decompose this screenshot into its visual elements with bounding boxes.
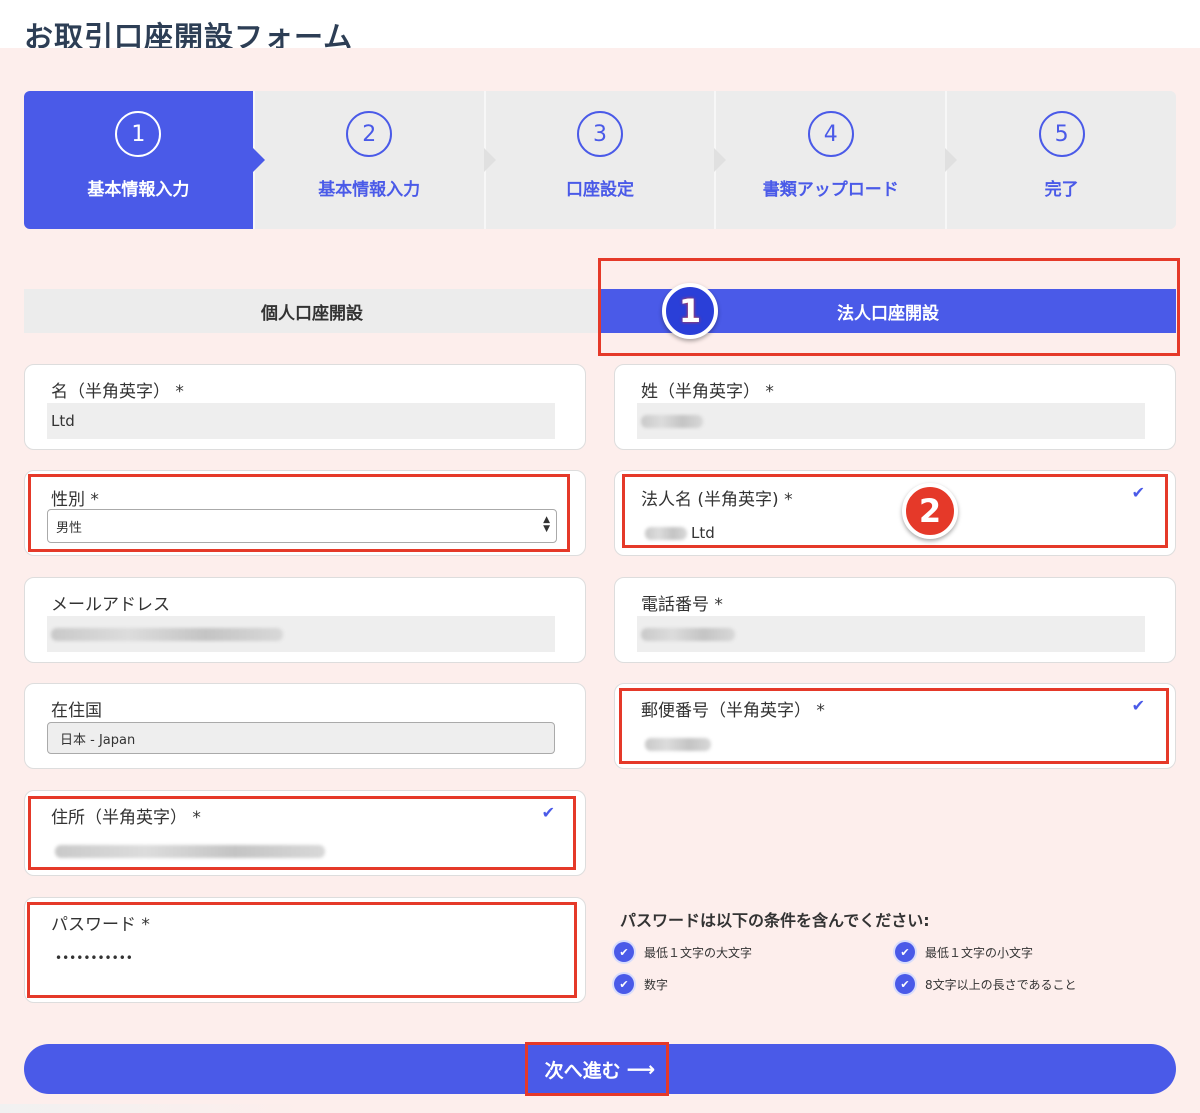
arrow-right-icon: ⟶: [626, 1057, 656, 1081]
postal-code-card: 郵便番号（半角英字） * ✔: [614, 683, 1176, 769]
company-name-label: 法人名 (半角英字) *: [641, 490, 793, 510]
redacted-value: [645, 737, 711, 751]
phone-card: 電話番号 *: [614, 577, 1176, 663]
checkmark-icon: ✔: [1131, 483, 1145, 502]
password-conditions-title: パスワードは以下の条件を含んでください:: [620, 911, 930, 930]
last-name-card: 姓（半角英字） *: [614, 364, 1176, 450]
country-select[interactable]: 日本 - Japan: [47, 722, 555, 754]
postal-code-input[interactable]: [641, 726, 1145, 762]
check-circle-icon: ✔: [614, 974, 634, 994]
company-name-input[interactable]: Ltd: [641, 515, 1145, 551]
last-name-label: 姓（半角英字） *: [641, 382, 774, 402]
email-card: メールアドレス: [24, 577, 586, 663]
step-label: 基本情報入力: [87, 180, 190, 200]
redacted-value: [641, 414, 703, 428]
gender-label: 性別 *: [51, 490, 99, 510]
password-condition: ✔ 8文字以上の長さであること: [895, 974, 1077, 994]
step-2: 2 基本情報入力: [252, 91, 496, 229]
step-label: 完了: [1044, 180, 1079, 200]
step-1: 1 基本情報入力: [24, 91, 265, 229]
step-number: 5: [1038, 111, 1085, 157]
step-4: 4 書類アップロード: [714, 91, 957, 229]
password-card: パスワード * •••••••••••: [24, 897, 586, 1003]
first-name-input[interactable]: Ltd: [47, 403, 555, 439]
checkmark-icon: ✔: [541, 803, 555, 822]
address-input[interactable]: [51, 833, 555, 869]
step-5: 5 完了: [945, 91, 1176, 229]
password-condition: ✔ 最低１文字の大文字: [614, 942, 752, 962]
check-circle-icon: ✔: [895, 974, 915, 994]
step-number: 1: [115, 111, 162, 157]
company-name-card: 法人名 (半角英字) * ✔ Ltd: [614, 470, 1176, 556]
condition-text: 最低１文字の大文字: [644, 945, 753, 960]
step-label: 書類アップロード: [762, 180, 899, 200]
tab-personal-account[interactable]: 個人口座開設: [24, 289, 600, 333]
next-button-label: 次へ進む: [544, 1059, 621, 1082]
step-label: 口座設定: [565, 180, 634, 200]
country-card: 在住国 日本 - Japan: [24, 683, 586, 769]
redacted-value: [55, 844, 325, 858]
password-input[interactable]: •••••••••••: [51, 940, 555, 976]
progress-stepper: 1 基本情報入力 2 基本情報入力 3 口座設定 4 書類アップロード 5 完了: [24, 91, 1176, 229]
password-condition: ✔ 数字: [614, 974, 668, 994]
step-number: 3: [576, 111, 623, 157]
redacted-value: [641, 627, 735, 641]
phone-input[interactable]: [637, 616, 1145, 652]
address-card: 住所（半角英字） * ✔: [24, 790, 586, 876]
country-label: 在住国: [51, 701, 102, 721]
gender-select[interactable]: 男性 ▲ ▼: [47, 509, 557, 543]
redacted-value: [51, 627, 283, 641]
email-label: メールアドレス: [51, 595, 170, 615]
gender-card: 性別 * 男性 ▲ ▼: [24, 470, 586, 556]
address-label: 住所（半角英字） *: [51, 808, 201, 828]
password-condition: ✔ 最低１文字の小文字: [895, 942, 1033, 962]
company-name-suffix: Ltd: [691, 524, 715, 542]
first-name-card: 名（半角英字） * Ltd: [24, 364, 586, 450]
condition-text: 数字: [644, 977, 669, 992]
checkmark-icon: ✔: [1131, 696, 1145, 715]
condition-text: 8文字以上の長さであること: [925, 977, 1077, 992]
select-updown-icon: ▲ ▼: [543, 515, 550, 534]
step-number: 2: [346, 111, 393, 157]
postal-code-label: 郵便番号（半角英字） *: [641, 701, 825, 721]
step-label: 基本情報入力: [318, 180, 421, 200]
bottom-fade: [0, 1104, 300, 1113]
email-input[interactable]: [47, 616, 555, 652]
password-label: パスワード *: [51, 915, 150, 935]
last-name-input[interactable]: [637, 403, 1145, 439]
annotation-badge-2: 2: [902, 483, 958, 539]
next-button[interactable]: 次へ進む ⟶: [24, 1044, 1176, 1094]
check-circle-icon: ✔: [614, 942, 634, 962]
phone-label: 電話番号 *: [641, 595, 723, 615]
step-number: 4: [807, 111, 854, 157]
condition-text: 最低１文字の小文字: [925, 945, 1034, 960]
first-name-label: 名（半角英字） *: [51, 382, 184, 402]
redacted-value: [645, 526, 687, 540]
step-3: 3 口座設定: [483, 91, 727, 229]
check-circle-icon: ✔: [895, 942, 915, 962]
gender-selected-value: 男性: [56, 520, 83, 536]
annotation-badge-1: 1: [662, 283, 718, 339]
